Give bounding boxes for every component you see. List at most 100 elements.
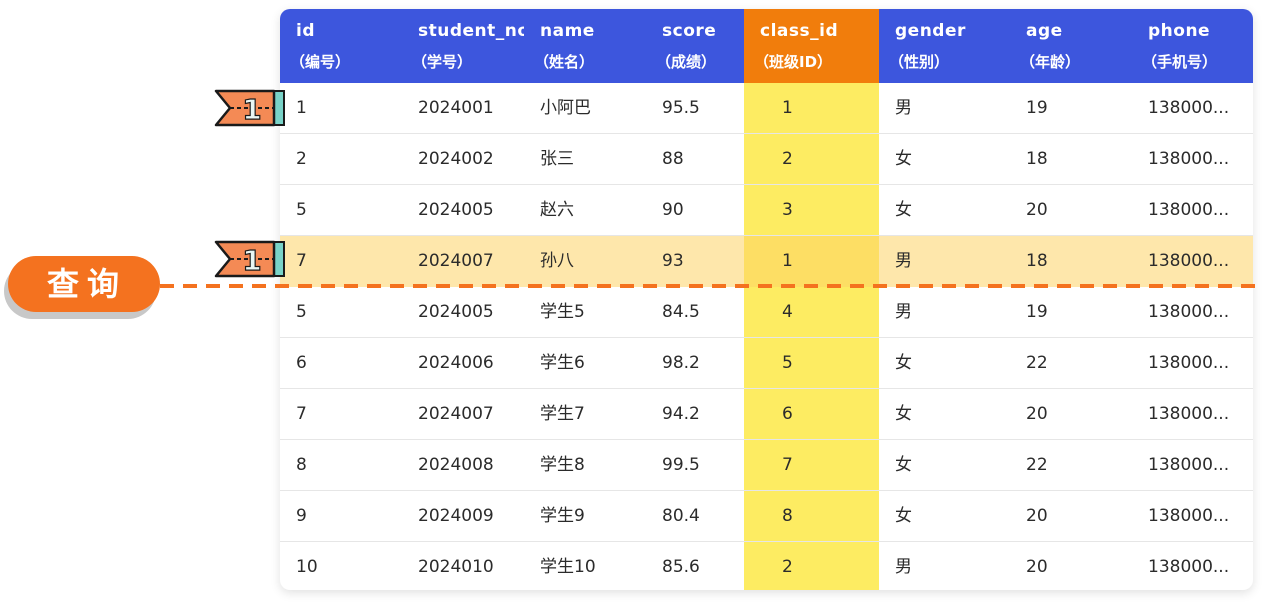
table-row[interactable]: 10 2024010 学生10 85.6 2 男 20 138000... [280, 542, 1253, 590]
diagram-stage: id （编号） student_no （学号） name （姓名） score （成绩） cla… [0, 0, 1272, 604]
cell-age: 18 [1026, 251, 1048, 271]
column-header-name[interactable]: name （姓名） [524, 9, 646, 83]
column-header-class-id[interactable]: class_id （班级ID） [744, 9, 879, 83]
cell-age: 20 [1026, 404, 1048, 424]
cell-name: 学生7 [540, 404, 585, 424]
column-header-student-no[interactable]: student_no （学号） [402, 9, 524, 83]
cell-score: 85.6 [662, 557, 700, 577]
cell-score: 99.5 [662, 455, 700, 475]
cell-gender: 女 [895, 506, 912, 526]
cell-gender: 女 [895, 353, 912, 373]
column-label: phone [1148, 21, 1211, 41]
cell-id: 2 [296, 149, 307, 169]
cell-class-id: 6 [782, 404, 793, 424]
cell-gender: 男 [895, 302, 912, 322]
query-scan-line [160, 284, 1260, 288]
cell-class-id: 3 [782, 200, 793, 220]
cell-score: 94.2 [662, 404, 700, 424]
cell-id: 9 [296, 506, 307, 526]
cell-gender: 女 [895, 404, 912, 424]
cell-score: 88 [662, 149, 684, 169]
column-caption: （年龄） [1020, 53, 1081, 71]
table-row[interactable]: 7 2024007 学生7 94.2 6 女 20 138000... [280, 389, 1253, 440]
cell-student-no: 2024001 [418, 98, 494, 118]
cell-id: 8 [296, 455, 307, 475]
cell-class-id: 1 [782, 98, 793, 118]
cell-student-no: 2024007 [418, 404, 494, 424]
cell-student-no: 2024007 [418, 251, 494, 271]
cell-class-id: 1 [782, 251, 793, 271]
cell-student-no: 2024010 [418, 557, 494, 577]
cell-name: 学生9 [540, 506, 585, 526]
cell-phone: 138000... [1148, 302, 1230, 322]
table-row[interactable]: 6 2024006 学生6 98.2 5 女 22 138000... [280, 338, 1253, 389]
cell-class-id: 8 [782, 506, 793, 526]
cell-gender: 男 [895, 251, 912, 271]
data-table: id （编号） student_no （学号） name （姓名） score （成绩） cla… [280, 9, 1253, 590]
cell-score: 84.5 [662, 302, 700, 322]
pointer-flag-icon: 1 [214, 89, 285, 127]
marker-label: 1 [242, 93, 261, 126]
cell-class-id: 7 [782, 455, 793, 475]
cell-id: 7 [296, 251, 307, 271]
column-caption: （姓名） [534, 53, 595, 71]
cell-student-no: 2024002 [418, 149, 494, 169]
cell-id: 5 [296, 200, 307, 220]
cell-phone: 138000... [1148, 506, 1230, 526]
cell-age: 20 [1026, 557, 1048, 577]
table-row[interactable]: 8 2024008 学生8 99.5 7 女 22 138000... [280, 440, 1253, 491]
cell-id: 6 [296, 353, 307, 373]
column-header-id[interactable]: id （编号） [280, 9, 402, 83]
marker-label: 1 [242, 244, 261, 277]
cell-phone: 138000... [1148, 149, 1230, 169]
cell-score: 80.4 [662, 506, 700, 526]
cell-phone: 138000... [1148, 251, 1230, 271]
cell-student-no: 2024009 [418, 506, 494, 526]
column-caption: （成绩） [656, 53, 717, 71]
cell-name: 学生10 [540, 557, 596, 577]
column-label: gender [895, 21, 966, 41]
column-caption: （手机号） [1142, 53, 1218, 71]
column-header-gender[interactable]: gender （性别） [879, 9, 1010, 83]
cell-student-no: 2024005 [418, 200, 494, 220]
table-row[interactable]: 1 2024001 小阿巴 95.5 1 男 19 138000... [280, 83, 1253, 134]
column-header-score[interactable]: score （成绩） [646, 9, 744, 83]
table-row[interactable]: 5 2024005 赵六 90 3 女 20 138000... [280, 185, 1253, 236]
cell-age: 20 [1026, 200, 1048, 220]
table-row[interactable]: 5 2024005 学生5 84.5 4 男 19 138000... [280, 287, 1253, 338]
table-body: 1 2024001 小阿巴 95.5 1 男 19 138000... 2 2024002 张三 88… [280, 83, 1253, 590]
column-caption: （学号） [412, 53, 473, 71]
cell-name: 张三 [540, 149, 574, 169]
table-row[interactable]: 9 2024009 学生9 80.4 8 女 20 138000... [280, 491, 1253, 542]
cell-phone: 138000... [1148, 98, 1230, 118]
cell-phone: 138000... [1148, 404, 1230, 424]
column-label: student_no [418, 21, 524, 41]
cell-name: 学生6 [540, 353, 585, 373]
column-header-age[interactable]: age （年龄） [1010, 9, 1132, 83]
cell-age: 20 [1026, 506, 1048, 526]
cell-name: 小阿巴 [540, 98, 591, 118]
cell-score: 90 [662, 200, 684, 220]
column-header-phone[interactable]: phone （手机号） [1132, 9, 1253, 83]
cell-id: 5 [296, 302, 307, 322]
cell-name: 赵六 [540, 200, 574, 220]
cell-phone: 138000... [1148, 455, 1230, 475]
cell-class-id: 5 [782, 353, 793, 373]
cell-student-no: 2024008 [418, 455, 494, 475]
cell-gender: 男 [895, 98, 912, 118]
pointer-flag-icon: 1 [214, 240, 285, 278]
table-header: id （编号） student_no （学号） name （姓名） score （成绩） cla… [280, 9, 1253, 83]
cell-age: 18 [1026, 149, 1048, 169]
cell-gender: 男 [895, 557, 912, 577]
cell-age: 22 [1026, 455, 1048, 475]
cell-phone: 138000... [1148, 353, 1230, 373]
cell-class-id: 4 [782, 302, 793, 322]
query-button[interactable]: 查询 [8, 256, 160, 312]
cell-phone: 138000... [1148, 557, 1230, 577]
column-label: name [540, 21, 595, 41]
cell-student-no: 2024006 [418, 353, 494, 373]
table-row[interactable]: 2 2024002 张三 88 2 女 18 138000... [280, 134, 1253, 185]
cell-class-id: 2 [782, 149, 793, 169]
table-row-current[interactable]: 7 2024007 孙八 93 1 男 18 138000... [280, 236, 1253, 287]
column-label: score [662, 21, 717, 41]
